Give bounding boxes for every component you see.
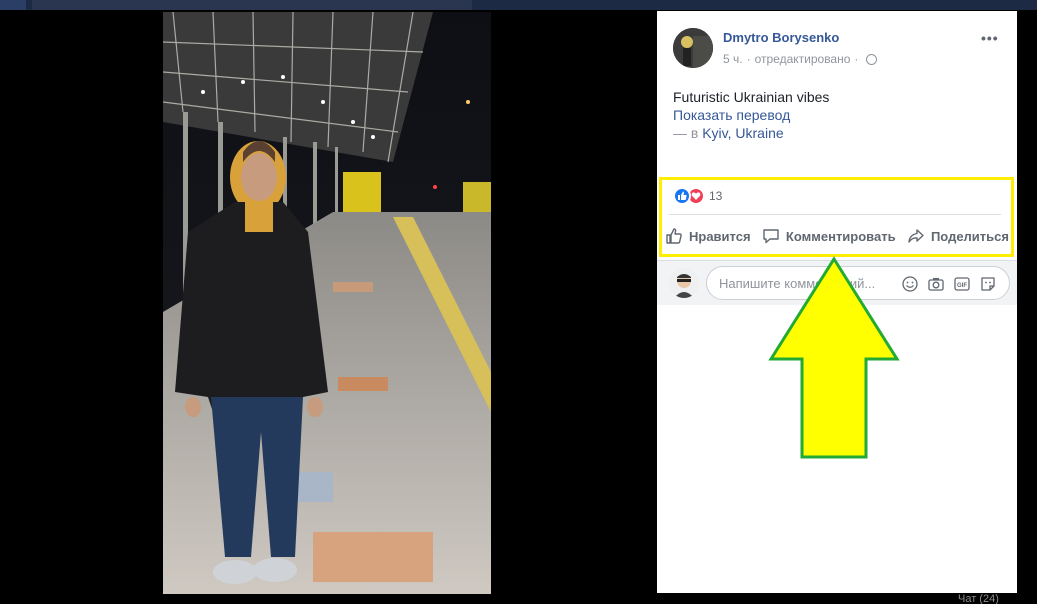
meta-separator-2: · — [854, 52, 859, 66]
location-prefix: — в — [673, 125, 699, 141]
post-time[interactable]: 5 ч. — [723, 52, 743, 66]
current-user-avatar[interactable] — [669, 268, 699, 298]
emoji-icon[interactable] — [901, 275, 919, 293]
edited-label[interactable]: отредактировано — [755, 52, 851, 66]
camera-icon[interactable] — [927, 275, 945, 293]
highlight-box — [659, 177, 1014, 257]
meta-separator: · — [746, 52, 751, 66]
author-name[interactable]: Dmytro Borysenko — [723, 30, 839, 45]
chat-tab-label[interactable]: Чат (24) — [958, 593, 999, 604]
gif-icon[interactable]: GIF — [953, 275, 971, 293]
svg-text:GIF: GIF — [957, 283, 967, 289]
photo-image — [163, 12, 491, 594]
top-navigation-bar — [0, 0, 1037, 10]
post-text: Futuristic Ukrainian vibes — [673, 89, 830, 105]
comment-tools: GIF — [901, 275, 997, 293]
post-photo[interactable] — [163, 12, 491, 594]
facebook-logo-icon[interactable] — [0, 0, 26, 10]
post-location: — в Kyiv, Ukraine — [673, 125, 784, 141]
author-avatar[interactable] — [673, 28, 713, 68]
photo-viewer: Dmytro Borysenko 5 ч. · отредактировано … — [0, 0, 1037, 604]
location-link[interactable]: Kyiv, Ukraine — [702, 125, 783, 141]
more-options-icon[interactable]: ••• — [981, 30, 999, 46]
post-meta: 5 ч. · отредактировано · — [723, 52, 878, 66]
sticker-icon[interactable] — [979, 275, 997, 293]
annotation-arrow-icon — [768, 256, 900, 459]
like-reaction-icon — [673, 187, 691, 205]
globe-icon[interactable] — [866, 53, 878, 65]
search-bar[interactable] — [32, 0, 472, 10]
show-translation-link[interactable]: Показать перевод — [673, 107, 790, 123]
